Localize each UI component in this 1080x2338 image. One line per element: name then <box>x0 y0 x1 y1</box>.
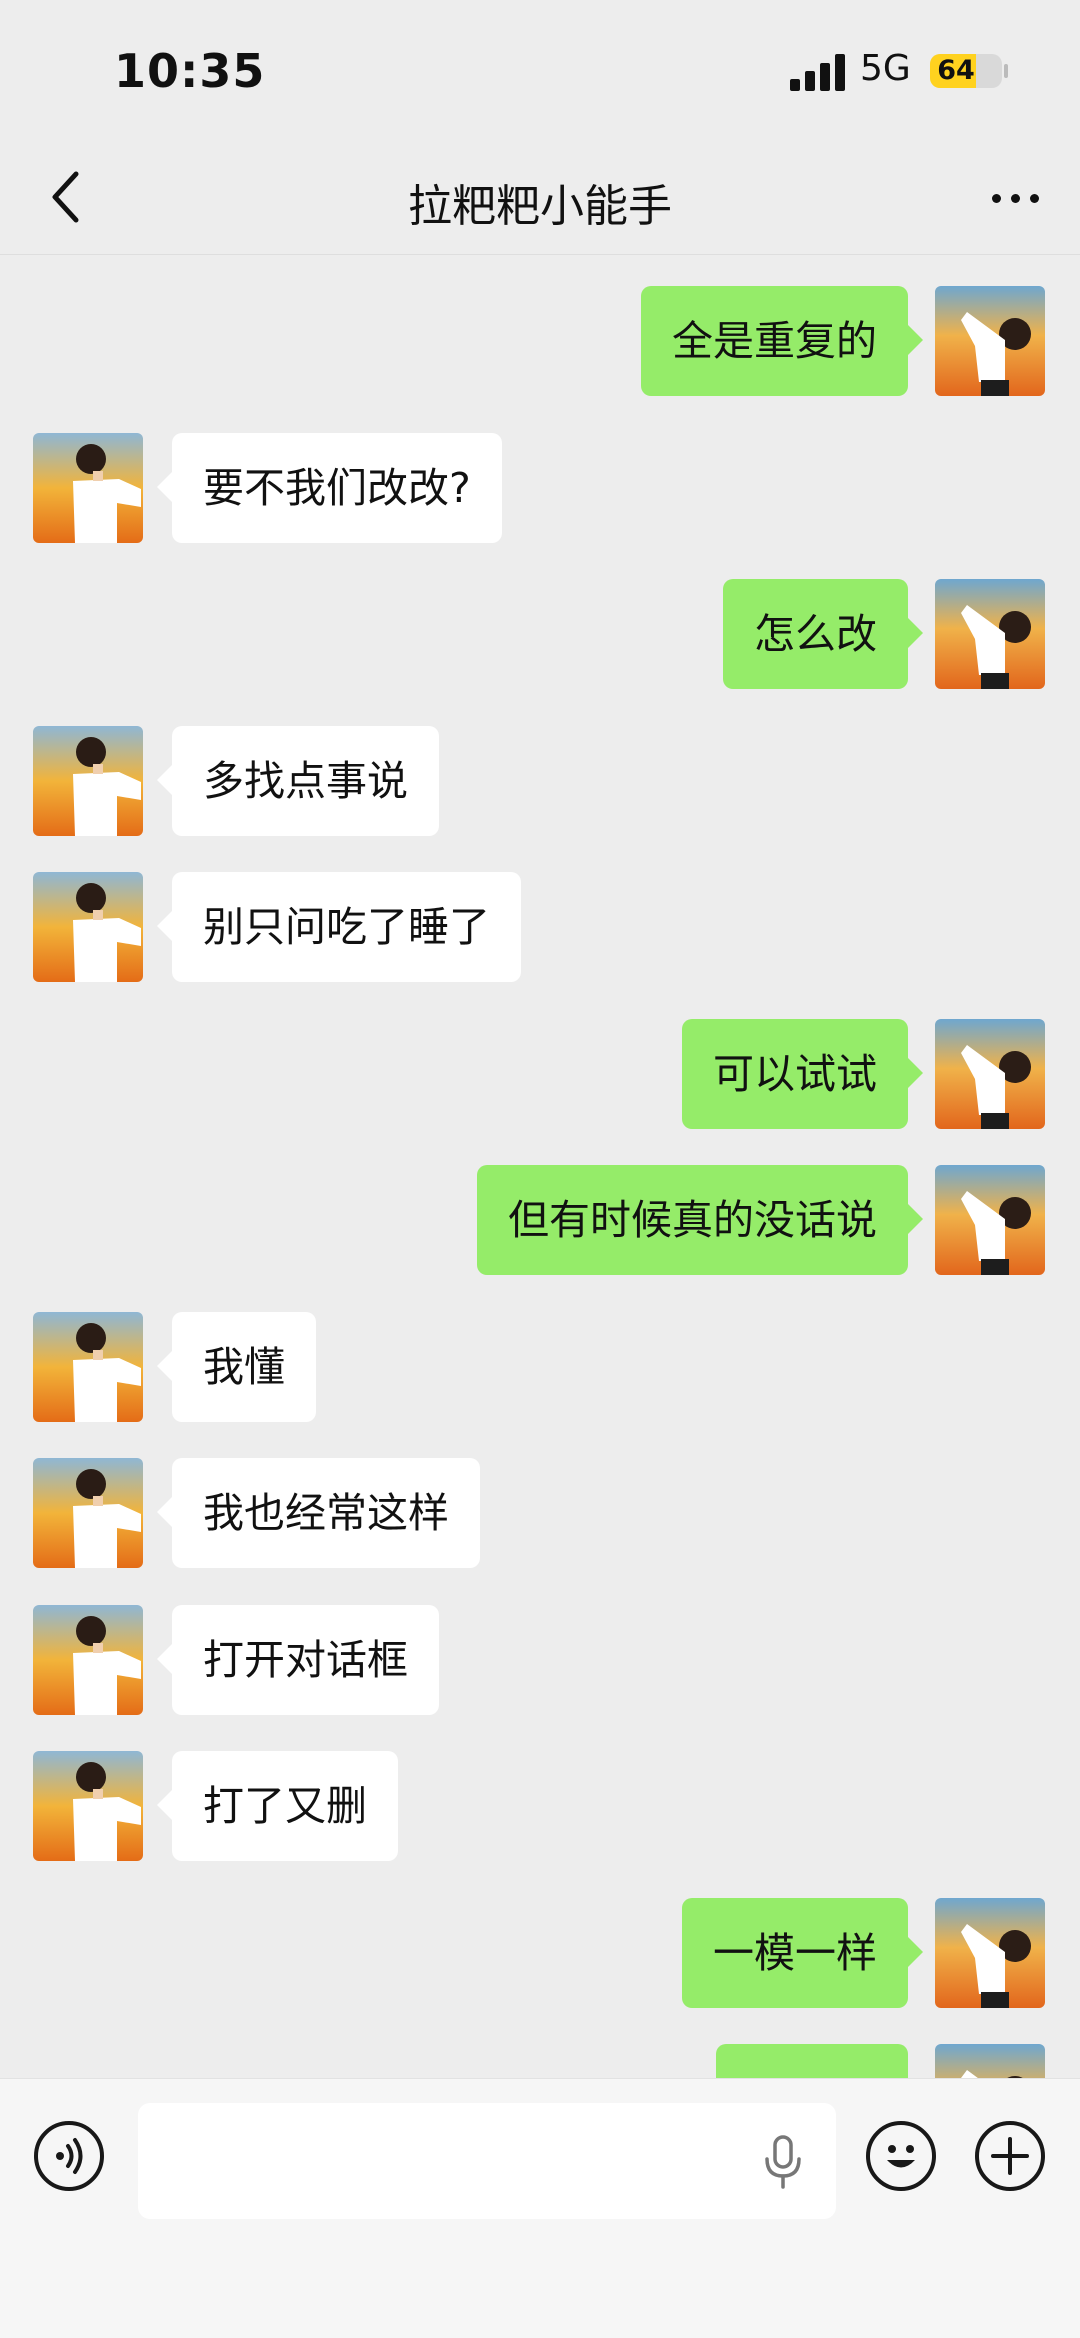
plus-icon[interactable] <box>975 2121 1045 2191</box>
received-message-row: 我也经常这样 <box>0 1458 1080 1568</box>
battery-tip <box>1004 64 1008 78</box>
my-avatar[interactable] <box>935 1165 1045 1275</box>
contact-avatar[interactable] <box>33 433 143 543</box>
status-time: 10:35 <box>114 44 266 98</box>
sent-message-row: 全是重复的 <box>0 286 1080 396</box>
received-message-row: 别只问吃了睡了 <box>0 872 1080 982</box>
emoji-smile-icon[interactable] <box>866 2121 936 2191</box>
sent-message-row: 一模一样 <box>0 1898 1080 2008</box>
sent-message-bubble[interactable]: 一模一样 <box>682 1898 923 2008</box>
input-bar <box>0 2078 1080 2338</box>
sent-message-bubble[interactable]: 全是重复的 <box>641 286 923 396</box>
contact-avatar[interactable] <box>33 1458 143 1568</box>
received-message-bubble[interactable]: 我也经常这样 <box>157 1458 480 1568</box>
chat-title: 拉粑粑小能手 <box>408 181 672 232</box>
message-input[interactable] <box>138 2103 836 2219</box>
my-avatar[interactable] <box>935 1019 1045 1129</box>
contact-avatar[interactable] <box>33 1312 143 1422</box>
sent-message-bubble[interactable] <box>716 2044 908 2078</box>
received-message-row: 多找点事说 <box>0 726 1080 836</box>
received-message-bubble[interactable]: 打开对话框 <box>157 1605 439 1715</box>
status-bar: 10:35 5G 64 <box>0 0 1080 140</box>
received-message-bubble[interactable]: 多找点事说 <box>157 726 439 836</box>
received-message-row: 打了又删 <box>0 1751 1080 1861</box>
my-avatar[interactable] <box>935 2044 1045 2078</box>
sent-message-bubble[interactable]: 可以试试 <box>682 1019 923 1129</box>
more-dots-icon[interactable] <box>988 180 1044 216</box>
contact-avatar[interactable] <box>33 872 143 982</box>
voice-mode-icon[interactable] <box>34 2121 104 2191</box>
my-avatar[interactable] <box>935 579 1045 689</box>
contact-avatar[interactable] <box>33 726 143 836</box>
battery-icon: 64 <box>930 54 1002 88</box>
battery-percent: 64 <box>937 55 975 86</box>
received-message-row: 打开对话框 <box>0 1605 1080 1715</box>
contact-avatar[interactable] <box>33 1751 143 1861</box>
received-message-bubble[interactable]: 我懂 <box>157 1312 316 1422</box>
my-avatar[interactable] <box>935 286 1045 396</box>
my-avatar[interactable] <box>935 1898 1045 2008</box>
message-list[interactable]: 全是重复的要不我们改改? 怎么改多找点事说别只问吃了睡了可以试试但有时候真的没话说… <box>0 256 1080 2078</box>
sent-message-row: 怎么改 <box>0 579 1080 689</box>
received-message-row: 要不我们改改? <box>0 433 1080 543</box>
sent-message-row <box>0 2044 1080 2078</box>
received-message-bubble[interactable]: 别只问吃了睡了 <box>157 872 521 982</box>
received-message-row: 我懂 <box>0 1312 1080 1422</box>
signal-strength-icon <box>790 53 846 91</box>
received-message-bubble[interactable]: 打了又删 <box>157 1751 398 1861</box>
sent-message-row: 可以试试 <box>0 1019 1080 1129</box>
received-message-bubble[interactable]: 要不我们改改? <box>157 433 502 543</box>
sent-message-row: 但有时候真的没话说 <box>0 1165 1080 1275</box>
sent-message-bubble[interactable]: 怎么改 <box>723 579 923 689</box>
chat-header: 拉粑粑小能手 <box>0 140 1080 255</box>
network-type: 5G <box>860 48 911 89</box>
contact-avatar[interactable] <box>33 1605 143 1715</box>
sent-message-bubble[interactable]: 但有时候真的没话说 <box>477 1165 923 1275</box>
microphone-icon[interactable] <box>760 2135 806 2191</box>
